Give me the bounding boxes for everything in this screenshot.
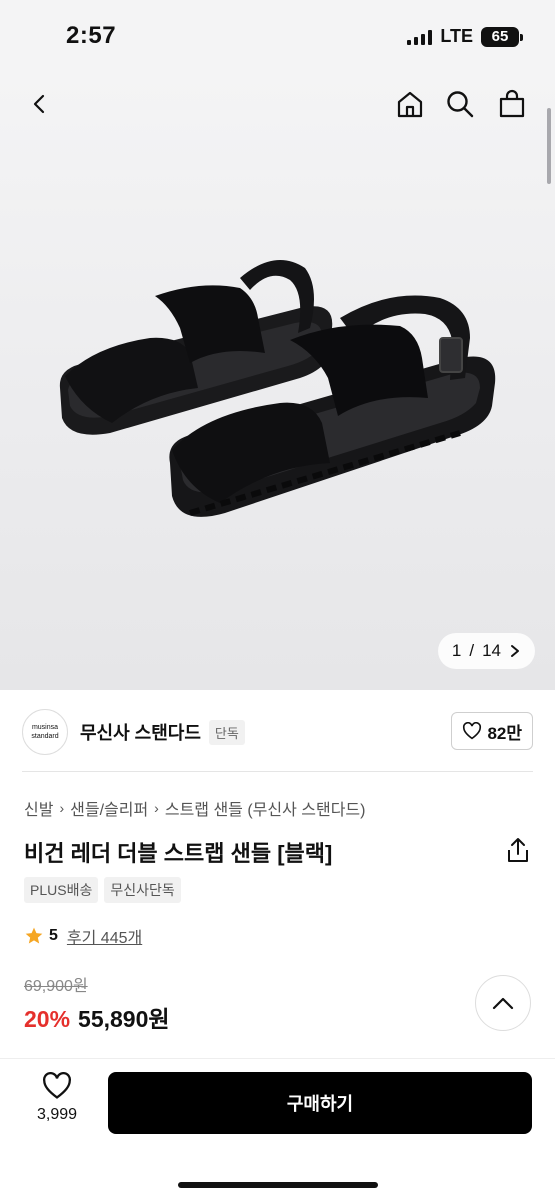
signal-icon (407, 29, 433, 45)
image-counter-total: 14 (482, 641, 501, 660)
brand-name[interactable]: 무신사 스탠다드 (80, 719, 201, 745)
product-title: 비건 레더 더블 스트랩 샌들 [블랙] (24, 841, 333, 866)
status-bar: 2:57 LTE 65 (0, 0, 555, 70)
breadcrumb-item-strap-sandals[interactable]: 스트랩 샌들 (무신사 스탠다드) (165, 796, 366, 820)
image-counter-current: 1 (451, 641, 462, 660)
chevron-up-icon (492, 997, 514, 1010)
image-counter-separator: / (469, 641, 475, 660)
heart-icon (43, 1072, 71, 1099)
chevron-right-icon: › (154, 800, 159, 816)
brand-like-button[interactable]: 82만 (451, 712, 533, 750)
back-button[interactable] (20, 84, 60, 124)
shopping-bag-icon (499, 89, 525, 118)
buy-button[interactable]: 구매하기 (108, 1072, 532, 1134)
brand-like-count: 82만 (487, 723, 522, 743)
breadcrumb-item-sandals[interactable]: 샌들/슬리퍼 (70, 796, 148, 820)
chevron-right-icon: › (59, 800, 65, 816)
brand-badge: 단독 (208, 719, 245, 745)
scrollbar[interactable] (547, 108, 551, 184)
brand-logo-line1: musinsa (31, 724, 59, 731)
home-icon (397, 91, 423, 118)
chevron-right-icon (511, 645, 519, 657)
image-counter[interactable]: 1 / 14 (437, 633, 535, 669)
status-time: 2:57 (66, 22, 117, 49)
divider (22, 771, 533, 772)
breadcrumb-item-shoes[interactable]: 신발 (24, 796, 53, 820)
sale-price-row: 20% 55,890원 (24, 1000, 170, 1034)
battery-icon: 65 (481, 26, 523, 47)
home-indicator (178, 1182, 378, 1188)
star-icon (25, 927, 43, 944)
tag-exclusive: 무신사단독 (104, 877, 181, 903)
brand-row: musinsa standard 무신사 스탠다드 단독 82만 (22, 706, 533, 758)
sale-price: 55,890원 (78, 1006, 170, 1032)
product-tags: PLUS배송 무신사단독 (24, 877, 181, 903)
chevron-left-icon (33, 94, 45, 114)
rating: 5 후기 445개 (24, 924, 142, 948)
breadcrumb: 신발 › 샌들/슬리퍼 › 스트랩 샌들 (무신사 스탠다드) (24, 796, 365, 820)
wish-button[interactable]: 3,999 (24, 1072, 90, 1124)
share-icon (508, 838, 528, 862)
tag-plus-delivery: PLUS배송 (24, 877, 99, 903)
wish-count: 3,999 (36, 1106, 78, 1123)
cart-button[interactable] (492, 84, 532, 124)
search-button[interactable] (440, 84, 480, 124)
product-image[interactable] (40, 228, 510, 548)
home-button[interactable] (390, 84, 430, 124)
network-label: LTE (440, 26, 473, 46)
discount-rate: 20% (24, 1006, 71, 1032)
search-icon (447, 91, 474, 118)
brand-logo[interactable]: musinsa standard (22, 709, 68, 755)
top-nav (0, 70, 555, 140)
review-link[interactable]: 후기 445개 (67, 924, 142, 948)
scroll-top-button[interactable] (475, 975, 531, 1031)
brand-logo-line2: standard (31, 733, 59, 740)
status-indicators: LTE 65 (407, 26, 523, 47)
rating-score: 5 (49, 927, 58, 944)
original-price: 69,900원 (24, 978, 88, 995)
share-button[interactable] (505, 836, 531, 864)
heart-icon (463, 722, 482, 740)
